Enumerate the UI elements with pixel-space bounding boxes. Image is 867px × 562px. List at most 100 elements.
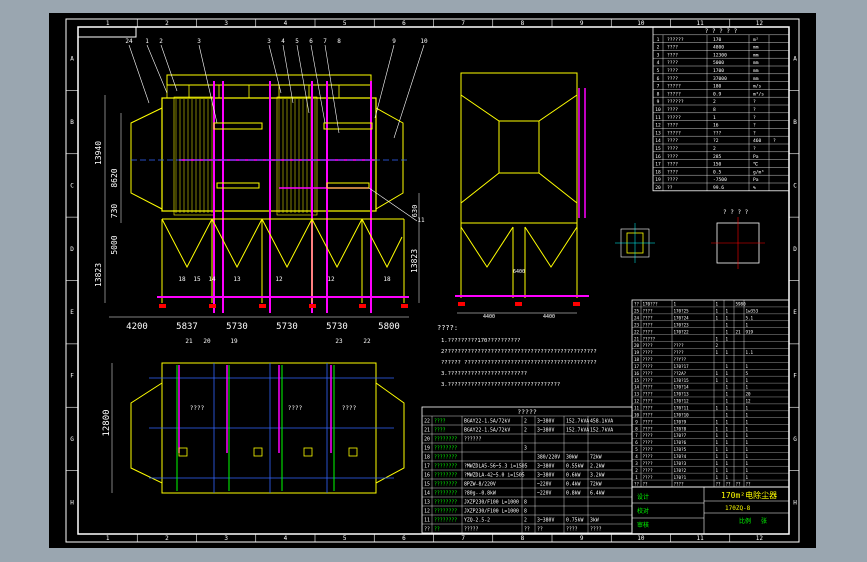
dimension-value: 5730 [326,322,348,332]
equipment-cell: 8 [524,509,527,515]
equipment-cell: 0.75kW [566,518,583,524]
spec-cell: ? [753,123,756,129]
parts-cell: 170?17 [674,364,690,369]
parts-cell: 1 [674,302,677,307]
parts-cell: 14 [634,385,640,390]
equipment-cell: 11 [424,518,430,524]
parts-cell: 1 [726,468,729,473]
equipment-cell: ???????? [434,491,457,497]
spec-cell: ???? [667,123,678,129]
note-line: 3.?????????????????????????????????? [441,382,560,388]
grid-col-bottom: 1 [106,535,110,542]
parts-cell: 2 [716,343,719,348]
parts-cell: 1 [746,475,749,480]
parts-cell: 6 [635,440,638,445]
spec-cell: 37000 [713,76,727,82]
spec-cell: 14 [655,138,661,144]
spec-cell: mm [753,61,759,66]
drawing-title: 170m²电除尘器 [721,490,777,500]
plan-label: ???? [288,405,303,412]
spec-cell: 3 [657,52,660,58]
grid-row-right: E [793,309,797,316]
grid-col-bottom: 11 [697,535,705,542]
parts-cell: 170?8 [674,426,687,431]
callout-number: 2 [159,38,163,45]
spec-cell: mm [753,53,759,58]
equipment-cell: ???? [590,527,602,533]
parts-cell: 170?1 [674,475,687,480]
parts-cell: 1 [726,406,729,411]
parts-cell: 1 [716,419,719,424]
parts-cell: ??Y?? [674,357,687,362]
dimension-value: 4200 [126,322,148,332]
grid-col-bottom: 8 [521,535,525,542]
callout-number: 10 [420,38,428,45]
parts-cell: 170?12 [674,399,690,404]
spec-cell: ??? [713,130,722,136]
parts-cell: ?? [726,482,732,487]
equipment-cell: 8PZW-8/220V [464,482,496,488]
spec-cell: 150 [713,162,722,168]
equipment-cell: ???? [566,527,578,533]
drawing-sheet[interactable]: 1 2 3 4 5 6 7 8 9 10 11 12 1 2 3 4 5 6 7 8 9 10 11 12 AABBCCDDE… [49,13,816,548]
plan-label: ???? [190,405,205,412]
dimension-value: 13940 [94,141,103,165]
parts-cell: 919 [746,329,754,334]
dimension-value: 13823 [94,263,103,287]
parts-cell: 3 [635,461,638,466]
spec-cell: ???? [667,107,678,113]
parts-cell: 1 [726,309,729,314]
grid-row-right: A [793,56,797,63]
dimension-value: 5000 [110,235,119,254]
grid-row-right: F [793,373,797,380]
callout-number: 15 [193,276,201,283]
spec-cell: ???? [667,45,678,51]
grid-col-top: 11 [697,20,705,27]
spec-cell: -7500 [713,177,727,183]
parts-cell: 170?9 [674,419,687,424]
parts-cell: 1 [716,336,719,341]
grid-row-left: C [70,182,74,189]
spec-cell: ℃ [753,162,759,168]
cad-drawing: 1 2 3 4 5 6 7 8 9 10 11 121 2 3 4 5 6 7 8 9 10 11 12 A AB BC CD DE… [65,18,800,543]
dimension-value: 630 [411,205,419,218]
callout-number: 14 [208,276,216,283]
parts-cell: 17 [634,364,640,369]
parts-cell: 1 [726,461,729,466]
equipment-cell: 21 [424,428,430,434]
grid-col-bottom: 6 [402,535,406,542]
parts-cell: 170?10 [674,412,690,417]
spec-cell: ???? [667,154,678,160]
parts-cell: 1 [726,426,729,431]
grid-row-right: G [793,436,797,443]
equipment-cell: 0.6kW [566,473,581,479]
grid-row-left: H [70,499,74,506]
spec-cell: 180 [713,84,722,90]
detail-symbols [615,217,765,269]
spec-cell: ???? [667,177,678,183]
equipment-cell: ???????? [434,509,457,515]
parts-cell: ???? [643,309,654,314]
equipment-cell: ?? [537,527,543,533]
spec-cell: ?????? [667,99,684,105]
parts-cell: 13 [634,392,640,397]
equipment-cell: ???? [434,419,446,425]
equipment-cell: 20 [424,437,430,443]
equipment-cell: 30kW [566,455,578,461]
callout-number: 3 [197,38,201,45]
parts-cell: 7 [635,433,638,438]
spec-cell: ? [753,130,756,136]
parts-cell: ???? [643,343,654,348]
spec-cell: 8 [657,91,660,97]
equipment-cell: 3kW [590,518,599,524]
detail-label: ? ? ? ? [723,209,749,216]
parts-cell: 1 [726,315,729,320]
front-elevation [128,44,425,313]
spec-cell: mm [753,69,759,74]
spec-cell: 17 [655,162,661,168]
parts-cell: 170?6 [674,440,687,445]
grid-col-top: 4 [284,20,288,27]
parts-cell: 1 [746,440,749,445]
equipment-cell: 2 [524,419,527,425]
equipment-cell: 152.7kVA [566,428,589,434]
